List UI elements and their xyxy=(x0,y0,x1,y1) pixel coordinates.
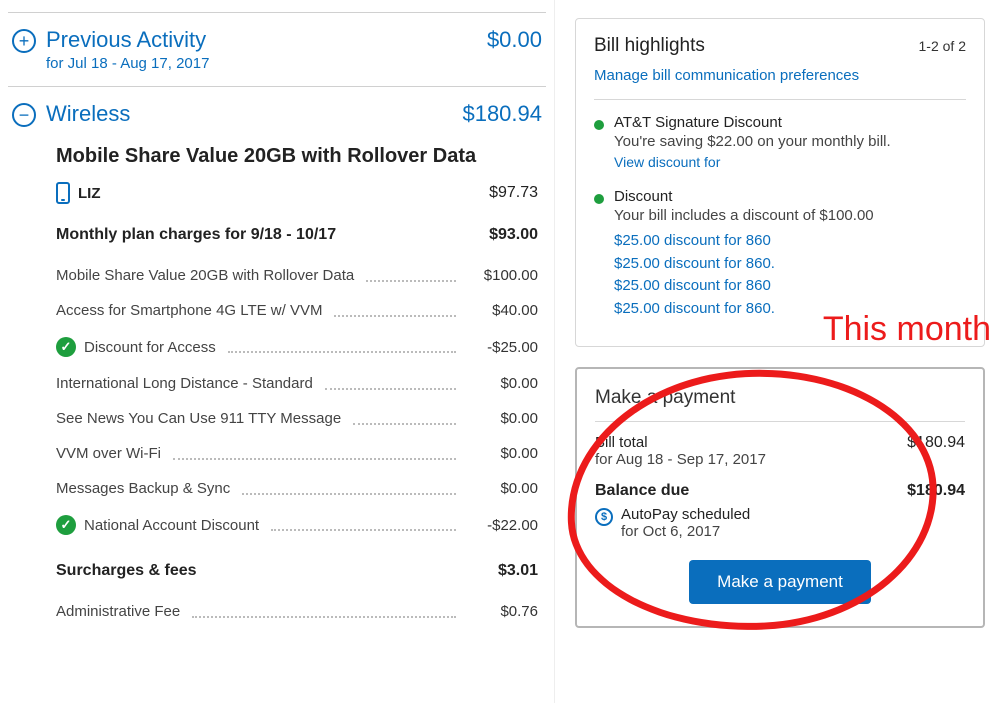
surcharges-amount: $3.01 xyxy=(498,562,538,580)
line-item: See News You Can Use 911 TTY Message $0.0… xyxy=(56,401,538,436)
line-item-amount: $40.00 xyxy=(468,302,538,319)
line-item-label: Discount for Access xyxy=(84,339,216,356)
line-item-label: National Account Discount xyxy=(84,517,259,534)
device-amount: $97.73 xyxy=(489,184,538,202)
surcharges-label: Surcharges & fees xyxy=(56,562,197,580)
line-item-label: Access for Smartphone 4G LTE w/ VVM xyxy=(56,302,322,319)
line-item-amount: $100.00 xyxy=(468,267,538,284)
line-item: Discount for Access -$25.00 xyxy=(56,328,538,366)
line-item-label: Mobile Share Value 20GB with Rollover Da… xyxy=(56,267,354,284)
previous-activity-period: for Jul 18 - Aug 17, 2017 xyxy=(46,55,209,72)
balance-due-amount: $180.94 xyxy=(907,482,965,500)
checkmark-icon xyxy=(56,337,76,357)
monthly-charges-amount: $93.00 xyxy=(489,226,538,244)
line-item-amount: -$22.00 xyxy=(468,517,538,534)
manage-preferences-link[interactable]: Manage bill communication preferences xyxy=(594,67,859,84)
line-item-label: VVM over Wi-Fi xyxy=(56,445,161,462)
plan-title: Mobile Share Value 20GB with Rollover Da… xyxy=(56,145,538,168)
line-item: Access for Smartphone 4G LTE w/ VVM $40.0… xyxy=(56,293,538,328)
line-item-label: Administrative Fee xyxy=(56,603,180,620)
bill-summary-column: Bill highlights 1-2 of 2 Manage bill com… xyxy=(555,0,999,703)
line-item: Administrative Fee $0.76 xyxy=(56,594,538,629)
discount-line[interactable]: $25.00 discount for 860. xyxy=(614,253,966,276)
autopay-line1: AutoPay scheduled xyxy=(621,506,750,523)
highlights-count: 1-2 of 2 xyxy=(919,38,966,54)
bill-highlights-card: Bill highlights 1-2 of 2 Manage bill com… xyxy=(575,18,985,347)
expand-icon[interactable]: + xyxy=(12,29,36,53)
make-payment-card: Make a payment Bill total for Aug 18 - S… xyxy=(575,367,985,628)
device-name: LIZ xyxy=(78,185,101,202)
signature-title: AT&T Signature Discount xyxy=(614,114,891,131)
wireless-amount: $180.94 xyxy=(462,101,542,127)
bill-period: for Aug 18 - Sep 17, 2017 xyxy=(595,451,766,468)
surcharge-line-items: Administrative Fee $0.76 xyxy=(56,594,538,629)
payment-title: Make a payment xyxy=(595,387,965,409)
previous-activity-title[interactable]: Previous Activity xyxy=(46,27,209,53)
line-item-label: Messages Backup & Sync xyxy=(56,480,230,497)
discount-sub: Your bill includes a discount of $100.00 xyxy=(614,207,966,224)
autopay-icon xyxy=(595,508,613,526)
make-payment-button[interactable]: Make a payment xyxy=(689,560,871,604)
view-discount-link[interactable]: View discount for xyxy=(614,154,891,170)
wireless-section: − Wireless $180.94 Mobile Share Value 20… xyxy=(8,86,546,643)
previous-activity-section: + Previous Activity for Jul 18 - Aug 17,… xyxy=(8,12,546,86)
line-item-amount: $0.00 xyxy=(468,410,538,427)
discount-line[interactable]: $25.00 discount for 860 xyxy=(614,275,966,298)
line-item-amount: $0.00 xyxy=(468,445,538,462)
line-item: VVM over Wi-Fi $0.00 xyxy=(56,436,538,471)
highlights-title: Bill highlights xyxy=(594,35,705,57)
discount-title: Discount xyxy=(614,188,966,205)
line-item-amount: $0.00 xyxy=(468,480,538,497)
device-row: LIZ $97.73 xyxy=(56,182,538,204)
discount-line[interactable]: $25.00 discount for 860. xyxy=(614,298,966,321)
checkmark-icon xyxy=(56,515,76,535)
autopay-row: AutoPay scheduled for Oct 6, 2017 xyxy=(595,506,965,540)
balance-due-row: Balance due $180.94 xyxy=(595,482,965,500)
balance-due-label: Balance due xyxy=(595,482,689,500)
line-item-amount: $0.76 xyxy=(468,603,538,620)
line-item-label: See News You Can Use 911 TTY Message xyxy=(56,410,341,427)
monthly-line-items: Mobile Share Value 20GB with Rollover Da… xyxy=(56,258,538,544)
line-item-amount: -$25.00 xyxy=(468,339,538,356)
wireless-title[interactable]: Wireless xyxy=(46,101,130,127)
line-item-amount: $0.00 xyxy=(468,375,538,392)
monthly-charges-header: Monthly plan charges for 9/18 - 10/17 $9… xyxy=(56,226,538,244)
signature-discount-row: AT&T Signature Discount You're saving $2… xyxy=(594,114,966,170)
line-item: Messages Backup & Sync $0.00 xyxy=(56,471,538,506)
collapse-icon[interactable]: − xyxy=(12,103,36,127)
previous-activity-amount: $0.00 xyxy=(487,27,542,53)
phone-icon xyxy=(56,182,70,204)
surcharges-header: Surcharges & fees $3.01 xyxy=(56,562,538,580)
line-item: International Long Distance - Standard $0… xyxy=(56,366,538,401)
discount-row: Discount Your bill includes a discount o… xyxy=(594,188,966,320)
autopay-line2: for Oct 6, 2017 xyxy=(621,523,750,540)
bullet-icon xyxy=(594,120,604,130)
bill-total-amount: $180.94 xyxy=(907,434,965,452)
plan-block: Mobile Share Value 20GB with Rollover Da… xyxy=(12,127,542,629)
discount-line[interactable]: $25.00 discount for 860 xyxy=(614,230,966,253)
bullet-icon xyxy=(594,194,604,204)
bill-details-column: + Previous Activity for Jul 18 - Aug 17,… xyxy=(0,0,555,703)
discount-lines: $25.00 discount for 860$25.00 discount f… xyxy=(614,230,966,320)
line-item: National Account Discount -$22.00 xyxy=(56,506,538,544)
line-item-label: International Long Distance - Standard xyxy=(56,375,313,392)
line-item: Mobile Share Value 20GB with Rollover Da… xyxy=(56,258,538,293)
signature-sub: You're saving $22.00 on your monthly bil… xyxy=(614,133,891,150)
monthly-charges-label: Monthly plan charges for 9/18 - 10/17 xyxy=(56,226,336,244)
bill-total-label: Bill total xyxy=(595,434,766,451)
